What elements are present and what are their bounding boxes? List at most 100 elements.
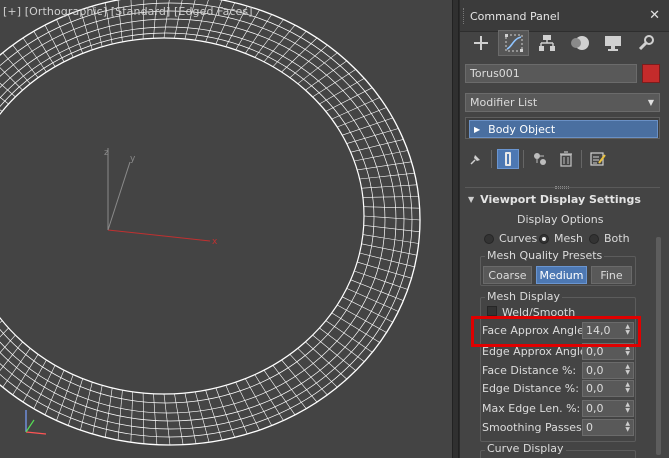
mesh-segment-line	[363, 215, 421, 221]
panel-title: Command Panel	[470, 10, 560, 23]
smoothing-passes-spinner[interactable]: 0 ▲ ▼	[582, 419, 634, 436]
stack-item-body-object[interactable]: ▶ Body Object	[469, 120, 658, 138]
panel-scrollbar[interactable]	[656, 237, 661, 455]
face-distance-spinner[interactable]: 0,0 ▲ ▼	[582, 362, 634, 379]
mesh-segment-line	[0, 96, 9, 105]
wrench-icon	[638, 35, 654, 51]
mesh-segment-line	[337, 304, 387, 333]
toolbar-separator	[523, 150, 524, 168]
spinner-arrows-icon[interactable]: ▲ ▼	[625, 421, 630, 433]
mesh-segment-line	[33, 365, 56, 409]
mesh-segment-line	[142, 392, 145, 444]
preset-coarse-button[interactable]: Coarse	[483, 266, 532, 284]
close-icon[interactable]: ✕	[649, 8, 660, 23]
smoothing-passes-value: 0	[586, 421, 593, 434]
pin-icon	[470, 155, 480, 165]
radio-both-label: Both	[604, 232, 630, 245]
rollout-title: Viewport Display Settings	[480, 193, 641, 206]
mesh-segment-line	[337, 107, 387, 128]
motion-icon	[570, 36, 589, 50]
mesh-segment-line	[153, 393, 158, 445]
viewport[interactable]: x z y [+] [Orthographic] [Standard] [Edg…	[0, 0, 452, 458]
object-color-swatch[interactable]	[642, 64, 660, 83]
curve-display-label: Curve Display	[485, 442, 566, 455]
chevron-down-icon: ▼	[647, 98, 654, 107]
show-end-result-icon	[505, 152, 511, 166]
mesh-segment-line	[272, 365, 307, 409]
tab-utilities[interactable]	[630, 30, 661, 56]
show-end-result-button[interactable]	[497, 149, 519, 169]
max-edge-len-label: Max Edge Len. %:	[482, 402, 581, 415]
panel-divider[interactable]	[452, 0, 459, 458]
mesh-display-label: Mesh Display	[485, 290, 563, 303]
axis-z-label: z	[104, 148, 109, 158]
mesh-segment-line	[0, 67, 23, 91]
display-options-label: Display Options	[517, 213, 604, 226]
axis-gizmo: x z y	[104, 148, 218, 247]
mesh-segment-line	[350, 139, 404, 153]
make-unique-button[interactable]	[529, 149, 551, 169]
panel-grip[interactable]	[463, 8, 466, 24]
mesh-segment-line	[272, 31, 307, 67]
panel-header: Command Panel ✕	[460, 0, 669, 32]
mesh-segment-line	[362, 196, 419, 198]
rollout-grip[interactable]	[555, 186, 569, 189]
mesh-segment-line	[346, 288, 399, 312]
radio-dot	[589, 233, 599, 244]
mesh-segment-line	[325, 87, 373, 112]
checkbox-box	[487, 306, 497, 316]
mesh-segment-line	[263, 370, 296, 416]
mesh-segment-line	[281, 359, 318, 403]
mesh-segment-line	[325, 320, 373, 353]
radio-curves[interactable]: Curves	[484, 232, 537, 245]
tab-motion[interactable]	[564, 30, 595, 56]
hierarchy-icon	[538, 35, 555, 51]
configure-modifier-sets-button[interactable]	[587, 149, 609, 169]
plus-icon	[473, 36, 488, 50]
spinner-arrows-icon[interactable]: ▲ ▼	[625, 364, 630, 376]
torus-mesh	[0, 0, 421, 446]
mesh-segment-line	[363, 225, 420, 233]
remove-modifier-button[interactable]	[555, 149, 577, 169]
radio-curves-label: Curves	[499, 232, 538, 245]
tab-modify[interactable]	[498, 30, 529, 56]
mesh-segment-line	[297, 348, 338, 388]
viewport-label[interactable]: [+] [Orthographic] [Standard] [Edged Fac…	[3, 5, 253, 18]
modifier-list-label: Modifier List	[470, 96, 538, 109]
make-unique-icon	[534, 153, 546, 165]
face-distance-label: Face Distance %:	[482, 364, 577, 377]
max-edge-len-spinner[interactable]: 0,0 ▲ ▼	[582, 400, 634, 417]
mesh-segment-line	[245, 378, 272, 426]
radio-both[interactable]: Both	[589, 232, 630, 245]
mesh-segment-line	[312, 69, 356, 98]
tab-hierarchy[interactable]	[531, 30, 562, 56]
axis-y-label: y	[130, 154, 136, 164]
stack-item-label: Body Object	[488, 122, 556, 136]
annotation-highlight-box	[471, 316, 641, 347]
rollout-viewport-display-settings[interactable]: ▼ Viewport Display Settings	[468, 193, 641, 206]
tab-display[interactable]	[597, 30, 628, 56]
mesh-segment-line	[350, 279, 404, 301]
mesh-segment-line	[319, 78, 365, 105]
smoothing-passes-label: Smoothing Passes:	[482, 421, 586, 434]
object-name-input[interactable]: Torus001	[465, 64, 637, 83]
spinner-arrows-icon[interactable]: ▲ ▼	[625, 382, 630, 394]
modify-curve-icon	[504, 34, 523, 52]
spinner-arrows-icon[interactable]: ▲ ▼	[625, 402, 630, 414]
tab-create[interactable]	[465, 30, 496, 56]
face-distance-value: 0,0	[586, 364, 604, 377]
radio-mesh[interactable]: Mesh	[539, 232, 583, 245]
modifier-list-dropdown[interactable]: Modifier List ▼	[465, 93, 660, 112]
mesh-segment-line	[163, 393, 171, 446]
max-edge-len-value: 0,0	[586, 402, 604, 415]
pin-stack-button[interactable]	[465, 149, 487, 169]
panel-tabs	[465, 30, 665, 58]
collapse-triangle-icon: ▼	[468, 195, 475, 204]
mesh-segment-line	[362, 234, 419, 244]
edge-distance-spinner[interactable]: 0,0 ▲ ▼	[582, 380, 634, 397]
preset-medium-button[interactable]: Medium	[536, 266, 587, 284]
mesh-segment-line	[281, 37, 318, 73]
stack-toolbar	[465, 148, 613, 170]
expand-triangle-icon[interactable]: ▶	[474, 125, 480, 134]
preset-fine-button[interactable]: Fine	[591, 266, 632, 284]
